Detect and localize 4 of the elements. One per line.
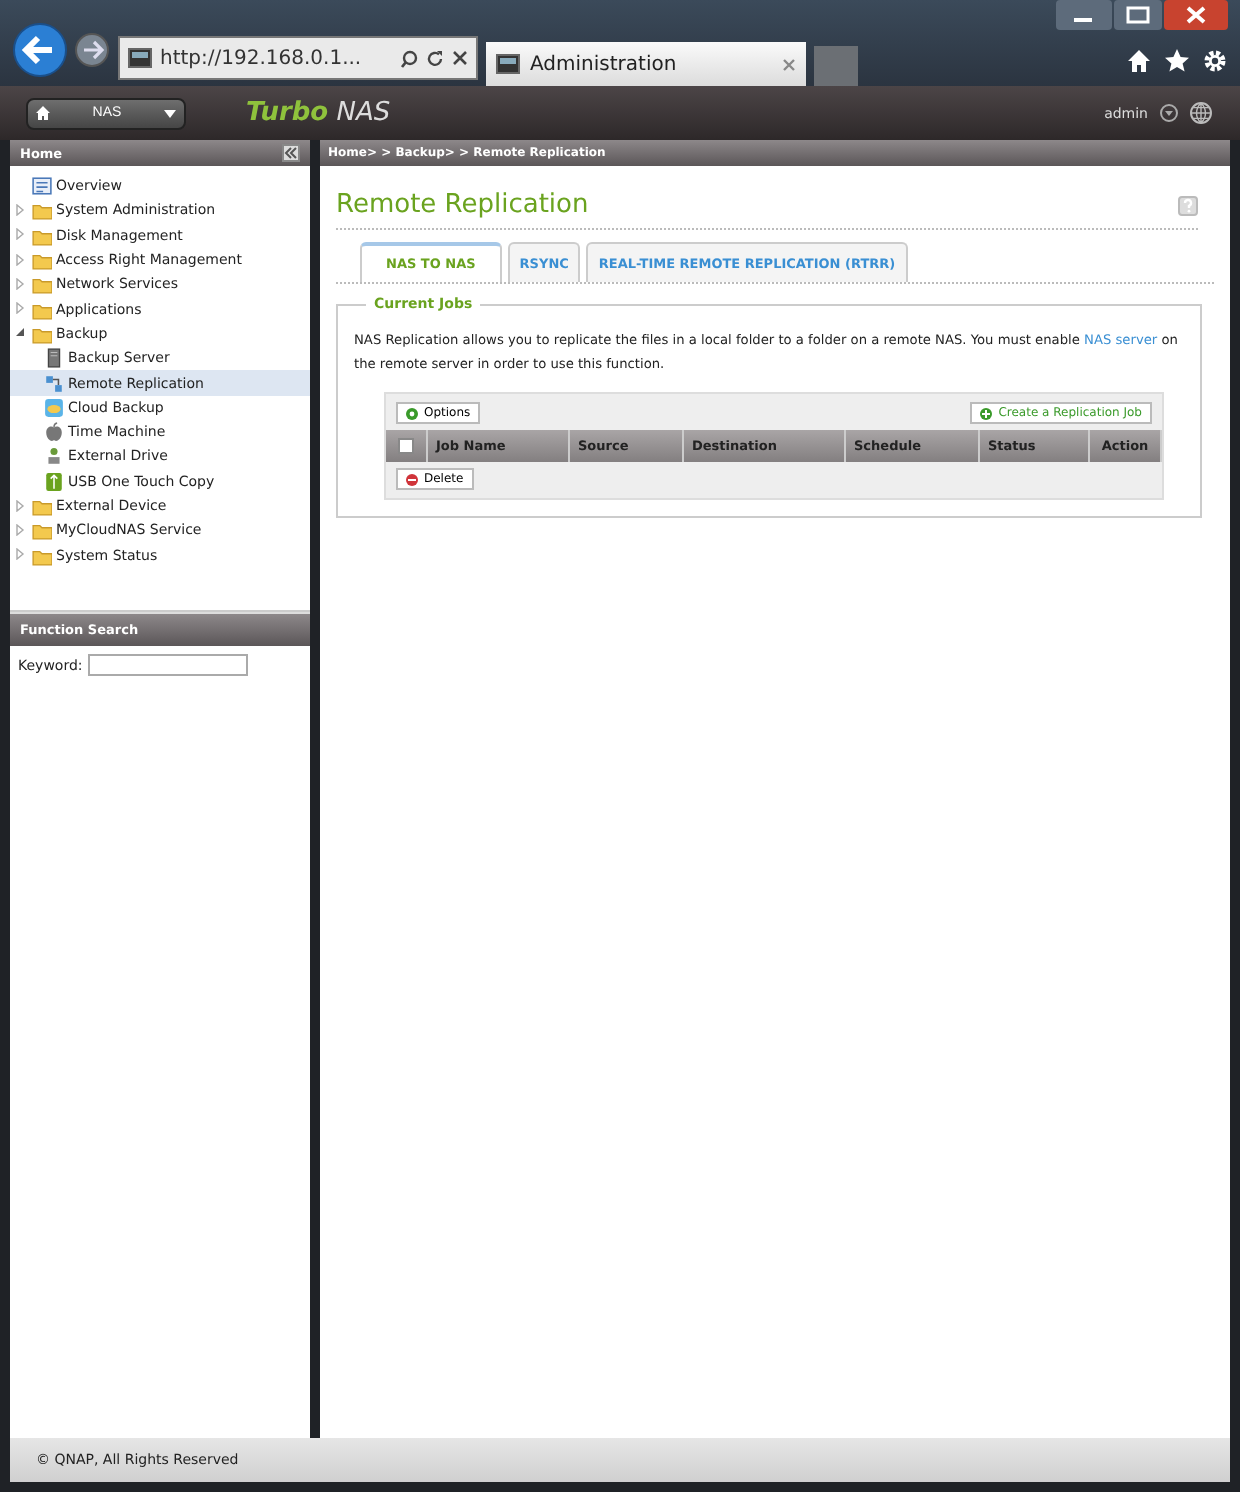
brand-title: Turbo NAS: [246, 98, 391, 128]
browser-tab[interactable]: Administration: [486, 42, 806, 86]
address-bar[interactable]: http://192.168.0.1...: [118, 36, 478, 80]
page-title: Remote Replication: [336, 190, 589, 220]
